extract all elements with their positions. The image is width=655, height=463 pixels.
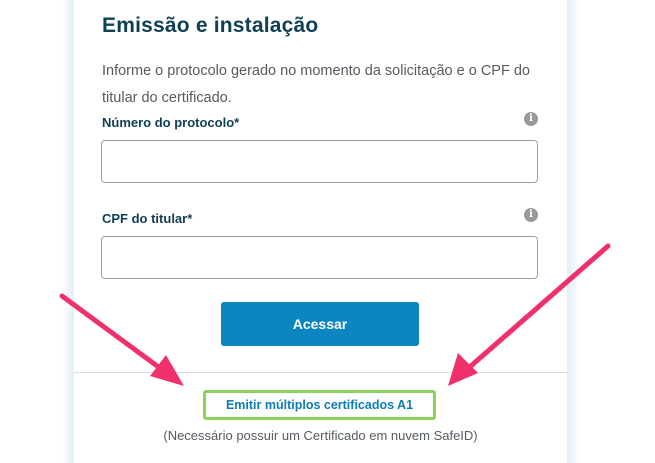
cpf-input[interactable]: [101, 236, 538, 279]
divider: [74, 372, 567, 373]
card-shadow: [62, 0, 74, 463]
safeid-requirement-note: (Necessário possuir um Certificado em nu…: [163, 428, 478, 443]
page-title: Emissão e instalação: [102, 14, 319, 37]
protocol-input[interactable]: [101, 140, 538, 183]
multiple-certificates-link[interactable]: Emitir múltiplos certificados A1: [203, 390, 436, 420]
access-button[interactable]: Acessar: [221, 302, 419, 346]
protocol-label: Número do protocolo*: [102, 115, 240, 130]
info-icon[interactable]: i: [524, 208, 538, 222]
page: Emissão e instalação Informe o protocolo…: [0, 0, 655, 463]
cpf-label: CPF do titular*: [102, 211, 193, 226]
form-description: Informe o protocolo gerado no momento da…: [102, 63, 530, 106]
card-shadow: [567, 0, 581, 463]
info-icon[interactable]: i: [524, 112, 538, 126]
